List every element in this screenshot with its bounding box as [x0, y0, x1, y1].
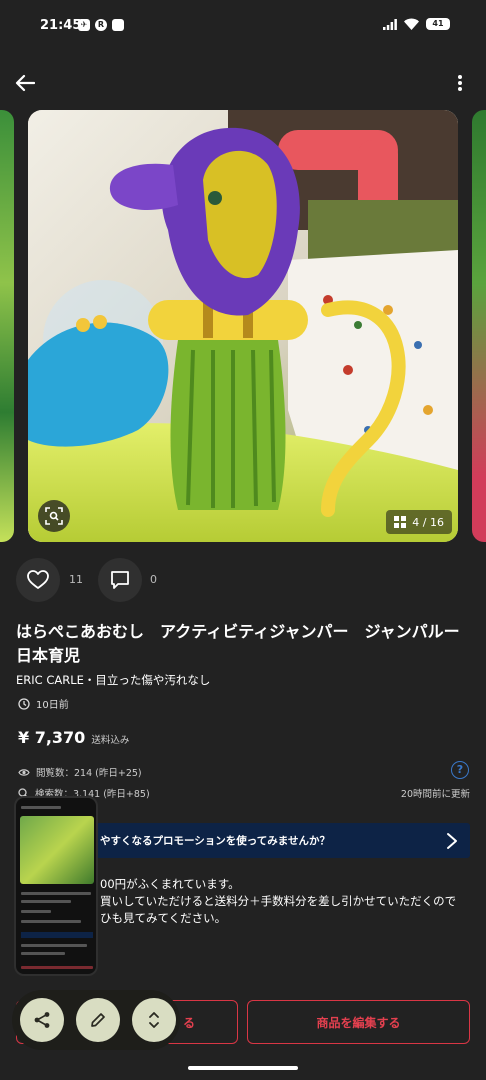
- screenshot-tools-tray: [12, 990, 180, 1050]
- signal-icon: [383, 18, 397, 30]
- comment-icon: [111, 571, 129, 589]
- promotion-description: 00円がふくまれています。 買いしていただけると送料分＋手数料分を差し引かせてい…: [100, 876, 470, 927]
- price: ¥ 7,370 送料込み: [18, 728, 129, 747]
- home-indicator[interactable]: [188, 1066, 298, 1070]
- preview-image: [20, 816, 94, 884]
- notification-app-icon: ✈: [78, 19, 90, 31]
- square-app-icon: [112, 19, 124, 31]
- more-vertical-icon: [458, 75, 462, 91]
- preview-banner: [21, 932, 93, 938]
- preview-line: [21, 910, 51, 913]
- status-notification-icons: ✈ R: [78, 19, 124, 31]
- grid-icon: [394, 516, 407, 528]
- preview-line: [21, 920, 81, 923]
- item-title: はらぺこあおむし アクティビティジャンパー ジャンパルー 日本育児: [16, 622, 476, 665]
- pencil-icon: [91, 1013, 105, 1027]
- promotion-line: ひも見てみてください。: [100, 911, 227, 925]
- like-button[interactable]: [16, 558, 60, 602]
- wifi-icon: [404, 18, 419, 30]
- view-stats: 閲覧数：214 (昨日+25): [18, 765, 142, 779]
- photo-counter-text: 4 / 16: [412, 515, 444, 529]
- chevron-right-icon: [447, 833, 457, 849]
- share-icon: [34, 1012, 50, 1028]
- like-count: 11: [69, 573, 83, 586]
- price-value: ¥ 7,370: [18, 728, 86, 747]
- photo-counter[interactable]: 4 / 16: [386, 510, 452, 534]
- image-search-button[interactable]: [38, 500, 70, 532]
- edit-item-button[interactable]: 商品を編集する: [247, 1000, 470, 1044]
- promotion-banner-text: やすくなるプロモーションを使ってみませんか？: [100, 835, 330, 847]
- arrow-left-icon: [15, 74, 35, 92]
- preview-buttons: [21, 966, 93, 969]
- edit-item-label: 商品を編集する: [316, 1015, 401, 1030]
- battery-icon: 41: [426, 18, 450, 30]
- status-system-icons: 41: [383, 18, 450, 30]
- preview-line: [21, 806, 61, 809]
- app-bar: [0, 62, 486, 104]
- promotion-line: 買いしていただけると送料分＋手数料分を差し引かせていただくので: [100, 894, 457, 908]
- product-photo[interactable]: 4 / 16: [28, 110, 458, 542]
- heart-icon: [27, 570, 49, 589]
- preview-line: [21, 900, 71, 903]
- r-app-icon: R: [95, 19, 107, 31]
- brand-condition: ERIC CARLE・目立った傷や汚れなし: [16, 673, 211, 687]
- engagement-actions: 11 0: [16, 558, 476, 602]
- price-note: 送料込み: [91, 735, 130, 746]
- preview-line: [21, 892, 91, 895]
- status-time: 21:45: [40, 18, 82, 33]
- updated-time: 20時間前に更新: [400, 789, 470, 800]
- more-options-button[interactable]: [448, 68, 472, 98]
- next-photo-peek[interactable]: [472, 110, 486, 542]
- secondary-action-label: る: [182, 1015, 195, 1030]
- share-button[interactable]: [20, 998, 64, 1042]
- expand-capture-button[interactable]: [132, 998, 176, 1042]
- image-search-icon: [45, 507, 63, 525]
- previous-photo-peek[interactable]: [0, 110, 14, 542]
- photo-carousel[interactable]: 4 / 16: [0, 110, 486, 542]
- help-button[interactable]: ?: [451, 761, 469, 779]
- comment-count: 0: [150, 573, 157, 586]
- status-bar: 21:45 ✈ R 41: [0, 0, 486, 52]
- expand-icon: [149, 1012, 159, 1028]
- screenshot-preview-thumbnail[interactable]: [14, 796, 98, 976]
- toy-parrot-illustration: [28, 110, 458, 542]
- view-stats-text: 閲覧数：214 (昨日+25): [36, 768, 142, 779]
- comment-button[interactable]: [98, 558, 142, 602]
- posted-time: 10日前: [18, 696, 69, 711]
- eye-icon: [18, 768, 30, 776]
- preview-line: [21, 952, 65, 955]
- promotion-line: 00円がふくまれています。: [100, 877, 240, 891]
- preview-line: [21, 944, 87, 947]
- edit-screenshot-button[interactable]: [76, 998, 120, 1042]
- clock-icon: [18, 697, 30, 710]
- posted-time-text: 10日前: [36, 700, 69, 711]
- back-button[interactable]: [10, 68, 40, 98]
